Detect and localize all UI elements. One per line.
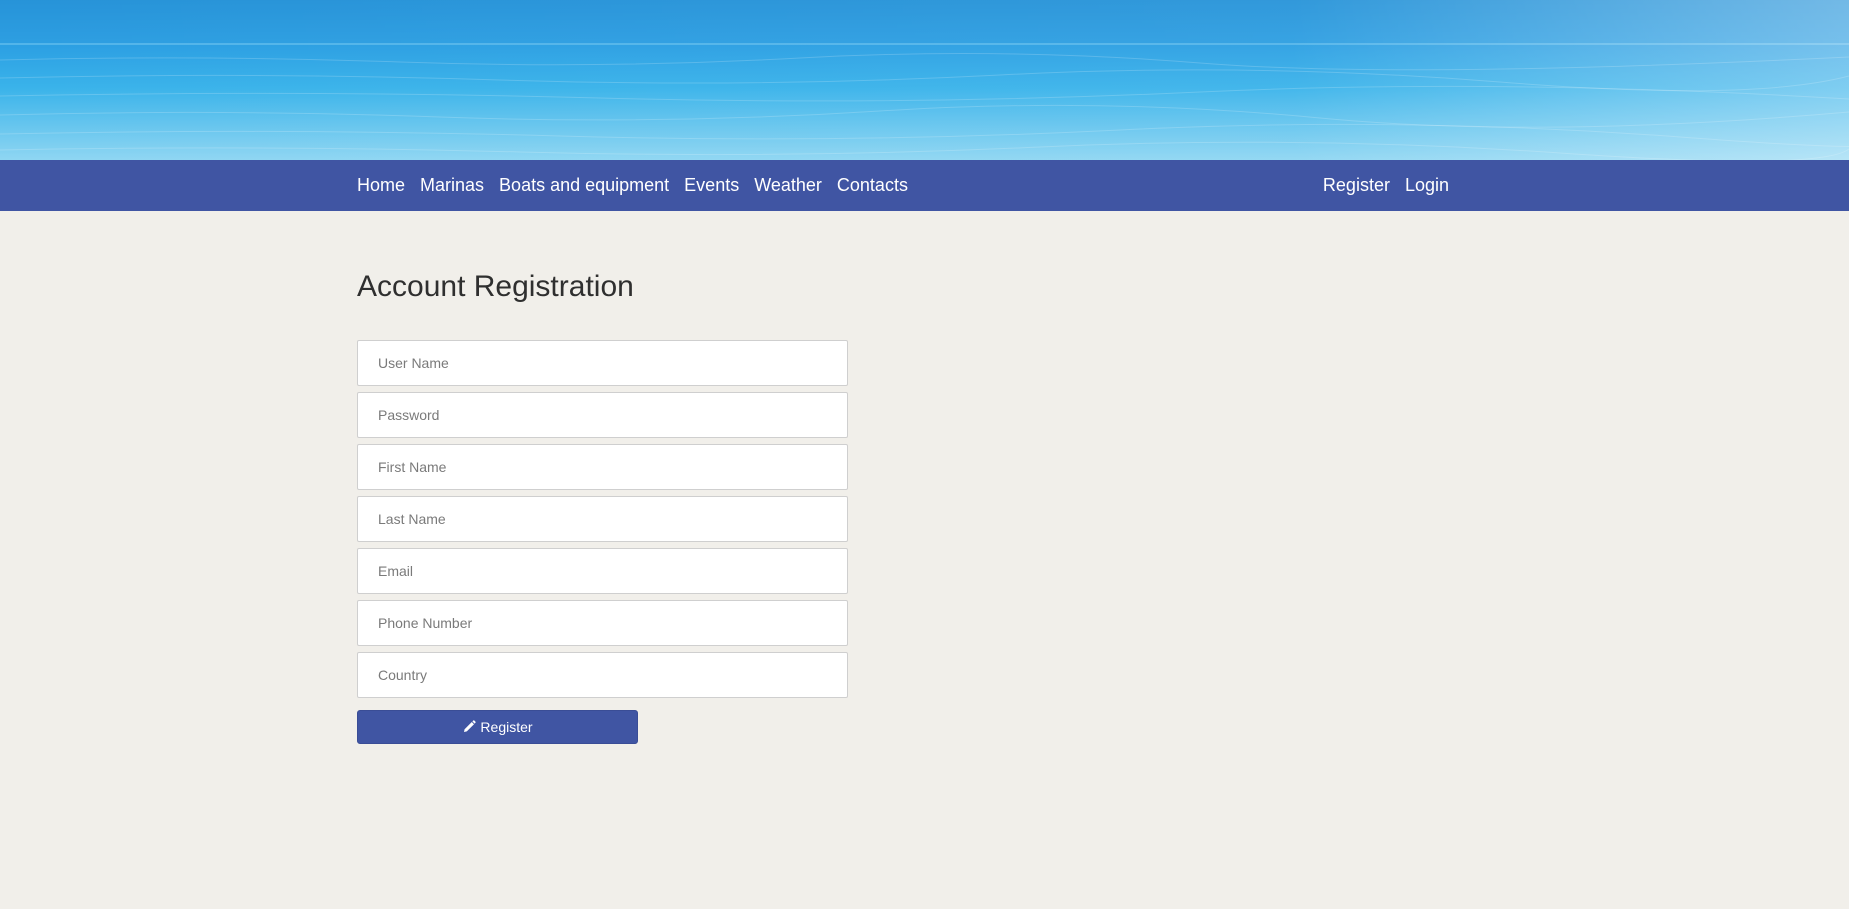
nav-register[interactable]: Register [1323,175,1390,196]
nav-marinas[interactable]: Marinas [420,175,484,196]
main-navbar: Home Marinas Boats and equipment Events … [0,160,1849,211]
registration-form: Register [357,340,857,744]
nav-contacts[interactable]: Contacts [837,175,908,196]
first-name-input[interactable] [357,444,848,490]
register-button[interactable]: Register [357,710,638,744]
water-texture-image [0,0,1849,160]
password-input[interactable] [357,392,848,438]
last-name-input[interactable] [357,496,848,542]
register-button-label: Register [480,719,533,735]
phone-number-input[interactable] [357,600,848,646]
pencil-icon [462,720,477,734]
email-input[interactable] [357,548,848,594]
nav-events[interactable]: Events [684,175,739,196]
nav-boats-and-equipment[interactable]: Boats and equipment [499,175,669,196]
nav-weather[interactable]: Weather [754,175,822,196]
nav-primary-links: Home Marinas Boats and equipment Events … [357,160,923,211]
registration-section: Account Registration Register [357,260,857,744]
page-title: Account Registration [357,270,634,303]
hero-water-banner [0,0,1849,160]
username-input[interactable] [357,340,848,386]
nav-home[interactable]: Home [357,175,405,196]
nav-login[interactable]: Login [1405,175,1449,196]
nav-account-links: Register Login [1323,160,1449,211]
country-input[interactable] [357,652,848,698]
